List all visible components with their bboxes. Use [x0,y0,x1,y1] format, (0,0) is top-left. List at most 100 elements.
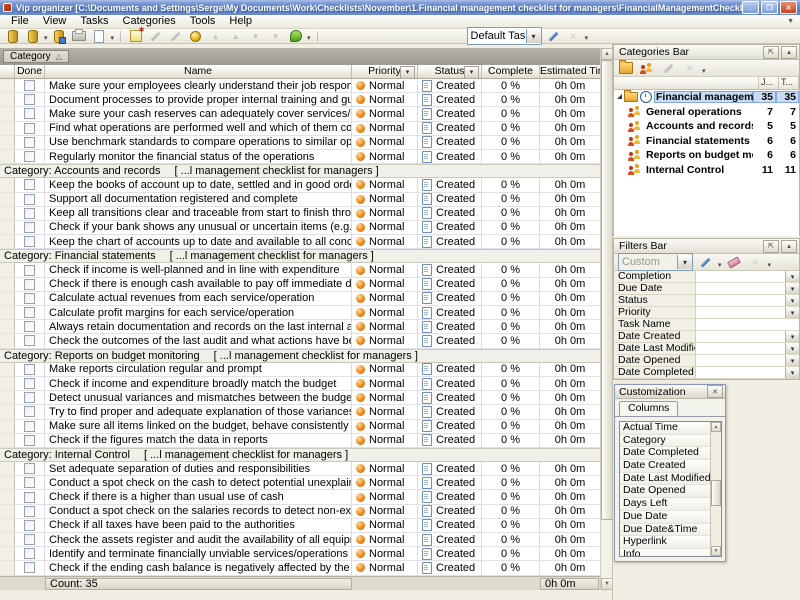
done-checkbox[interactable] [24,562,35,573]
save-database-button[interactable] [51,29,68,43]
task-row[interactable]: Make sure your employees clearly underst… [0,79,600,93]
done-checkbox[interactable] [24,236,35,247]
tab-columns[interactable]: Columns [619,401,678,416]
task-row[interactable]: Check if there is a higher than usual us… [0,490,600,504]
task-row[interactable]: Make reports circulation regular and pro… [0,363,600,377]
header-estimated-time[interactable]: Estimated Time [540,65,600,79]
move-down-button[interactable] [247,29,264,43]
column-list-item[interactable]: Date Opened [620,485,710,498]
task-row[interactable]: Try to find proper and adequate explanat… [0,405,600,419]
done-checkbox[interactable] [24,179,35,190]
panel-collapse-button[interactable]: ▴ [781,46,797,59]
task-row[interactable]: Keep all transitions clear and traceable… [0,207,600,221]
tasklist-dropdown-icon[interactable]: ▾ [585,34,589,42]
task-row[interactable]: Detect unusual variances and mismatches … [0,391,600,405]
priority-down-button[interactable] [267,29,284,43]
done-checkbox[interactable] [24,208,35,219]
tree-category-item[interactable]: General operations77 [614,105,799,120]
customization-scrollbar[interactable]: ▲ ▼ [710,422,721,556]
done-checkbox[interactable] [24,364,35,375]
done-checkbox[interactable] [24,335,35,346]
tasklist-combo[interactable]: Default Tas [467,27,542,45]
panel-dock-button[interactable]: ⇱ [763,240,779,253]
menu-categories[interactable]: Categories [116,15,183,28]
expand-icon[interactable] [617,94,622,99]
task-row[interactable]: Keep the chart of accounts up to date an… [0,235,600,249]
scrollbar-thumb[interactable] [711,480,721,506]
group-by-category-tab[interactable]: Category △ [3,50,69,63]
column-list-item[interactable]: Days Left [620,498,710,511]
task-row[interactable]: Conduct a spot check on the salaries rec… [0,505,600,519]
filter-value[interactable] [696,355,785,366]
filters-toolbar-dropdown-icon[interactable]: ▾ [768,261,772,269]
priority-button[interactable] [187,29,204,43]
done-checkbox[interactable] [24,307,35,318]
task-row[interactable]: Use benchmark standards to compare opera… [0,136,600,150]
panel-collapse-button[interactable]: ▴ [781,240,797,253]
task-row[interactable]: Regularly monitor the financial status o… [0,150,600,164]
filter-value[interactable] [696,343,785,354]
done-checkbox[interactable] [24,477,35,488]
close-button[interactable]: ✕ [780,1,797,14]
menu-tools[interactable]: Tools [183,15,223,28]
tree-header-col2[interactable]: T... [779,77,799,89]
done-checkbox[interactable] [24,222,35,233]
filter-value-dropdown-icon[interactable] [785,307,799,318]
filter-value-dropdown-icon[interactable] [785,355,799,366]
done-checkbox[interactable] [24,421,35,432]
task-row[interactable]: Make sure your cash reserves can adequat… [0,107,600,121]
task-row[interactable]: Keep the books of account up to date, se… [0,178,600,192]
clear-filter-button[interactable] [726,255,743,269]
task-row[interactable]: Check the assets register and audit the … [0,533,600,547]
header-status[interactable]: Status [418,65,482,79]
column-list-item[interactable]: Actual Time [620,422,710,435]
header-complete[interactable]: Complete [482,65,540,79]
done-checkbox[interactable] [24,520,35,531]
filter-value[interactable] [696,319,799,330]
delete-tasklist-button[interactable] [565,29,582,43]
done-checkbox[interactable] [24,265,35,276]
column-list-item[interactable]: Category [620,435,710,448]
delete-category-button[interactable] [681,61,698,75]
tree-header-col1[interactable]: J... [759,77,779,89]
filter-value-dropdown-icon[interactable] [785,331,799,342]
filter-value[interactable] [696,283,785,294]
done-checkbox[interactable] [24,392,35,403]
column-list-item[interactable]: Due Date&Time [620,524,710,537]
task-row[interactable]: Calculate actual revenues from each serv… [0,292,600,306]
column-list-item[interactable]: Hyperlink [620,536,710,549]
open-database-button[interactable] [24,29,41,43]
filter-value[interactable] [696,367,785,378]
column-list-item[interactable]: Date Completed [620,447,710,460]
print-preview-button[interactable] [91,29,108,43]
manage-tasklist-button[interactable] [545,29,562,43]
task-row[interactable]: Check the outcomes of the last audit and… [0,334,600,348]
panel-dock-button[interactable]: ⇱ [763,46,779,59]
open-database-dropdown-icon[interactable]: ▾ [44,34,48,42]
task-row[interactable]: Make sure all items linked on the budget… [0,420,600,434]
menu-file[interactable]: File [4,15,36,28]
complete-dropdown-icon[interactable]: ▾ [307,34,311,42]
filter-value-dropdown-icon[interactable] [785,271,799,282]
categories-toolbar-dropdown-icon[interactable]: ▾ [702,67,706,75]
done-checkbox[interactable] [24,293,35,304]
category-group-row[interactable]: Category: Internal Control[ ...l managem… [0,448,600,462]
tree-category-item[interactable]: Reports on budget monitoring66 [614,148,799,163]
task-row[interactable]: Support all documentation registered and… [0,193,600,207]
done-checkbox[interactable] [24,534,35,545]
done-checkbox[interactable] [24,123,35,134]
tree-category-item[interactable]: Internal Control1111 [614,163,799,178]
menu-tasks[interactable]: Tasks [73,15,115,28]
done-checkbox[interactable] [24,506,35,517]
task-row[interactable]: Always retain documentation and records … [0,320,600,334]
scroll-up-icon[interactable]: ▲ [711,422,721,432]
category-group-row[interactable]: Category: Accounts and records[ ...l man… [0,164,600,178]
task-row[interactable]: Set adequate separation of duties and re… [0,462,600,476]
header-done[interactable]: Done [15,65,45,79]
maximize-button[interactable]: ❐ [761,1,778,14]
task-row[interactable]: Check if income and expenditure broadly … [0,377,600,391]
done-checkbox[interactable] [24,151,35,162]
done-checkbox[interactable] [24,406,35,417]
tree-category-item[interactable]: Financial statements66 [614,134,799,149]
done-checkbox[interactable] [24,321,35,332]
